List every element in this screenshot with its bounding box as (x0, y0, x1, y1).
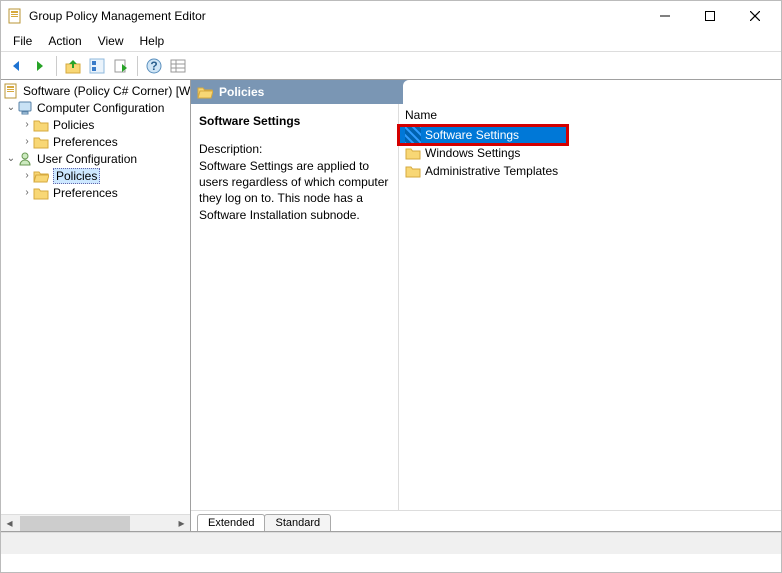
toolbar (1, 52, 781, 80)
titlebar: Group Policy Management Editor (1, 1, 781, 31)
user-icon (17, 151, 33, 167)
tree[interactable]: Software (Policy C# Corner) [WI ⌄ Comput… (1, 80, 190, 514)
menu-view[interactable]: View (90, 32, 132, 50)
tree-label: Computer Configuration (37, 101, 164, 115)
up-button[interactable] (62, 55, 84, 77)
tree-label: Policies (53, 168, 100, 184)
list-item-label: Administrative Templates (425, 164, 558, 178)
collapse-icon[interactable]: ⌄ (5, 102, 17, 113)
column-header-name[interactable]: Name (399, 104, 781, 126)
list-item[interactable]: Administrative Templates (399, 162, 781, 180)
details-button[interactable] (167, 55, 189, 77)
expand-icon[interactable]: › (21, 187, 33, 198)
menu-file[interactable]: File (5, 32, 40, 50)
scroll-right-icon[interactable]: ▸ (173, 516, 190, 531)
tree-label: Preferences (53, 135, 118, 149)
expand-icon[interactable]: › (21, 119, 33, 130)
description-pane: Software Settings Description: Software … (191, 104, 399, 510)
hatch-icon (405, 127, 421, 143)
tree-user-config[interactable]: ⌄ User Configuration (1, 150, 190, 167)
folder-open-icon (197, 84, 213, 100)
up-icon (65, 58, 81, 74)
footer (1, 554, 781, 572)
folder-icon (405, 145, 421, 161)
tree-user-preferences[interactable]: › Preferences (1, 184, 190, 201)
view-tabs: Extended Standard (191, 510, 781, 531)
content-header: Policies (191, 80, 781, 104)
menu-action[interactable]: Action (40, 32, 89, 50)
scroll-left-icon[interactable]: ◂ (1, 516, 18, 531)
toolbar-separator (137, 56, 138, 76)
menubar: File Action View Help (1, 31, 781, 52)
list-item-label: Software Settings (425, 128, 519, 142)
description-text: Software Settings are applied to users r… (199, 158, 390, 223)
folder-icon (33, 134, 49, 150)
tab-extended[interactable]: Extended (197, 514, 265, 531)
expand-icon[interactable]: › (21, 170, 33, 181)
tree-comp-preferences[interactable]: › Preferences (1, 133, 190, 150)
collapse-icon[interactable]: ⌄ (5, 153, 17, 164)
folder-icon (405, 163, 421, 179)
computer-icon (17, 100, 33, 116)
detail-heading: Software Settings (199, 114, 390, 128)
maximize-button[interactable] (687, 2, 732, 30)
export-button[interactable] (110, 55, 132, 77)
close-button[interactable] (732, 2, 777, 30)
content-pane: Policies Software Settings Description: … (191, 80, 781, 531)
tree-root[interactable]: Software (Policy C# Corner) [WI (1, 82, 190, 99)
list-item-label: Windows Settings (425, 146, 520, 160)
scroll-thumb[interactable] (20, 516, 130, 531)
content-header-title: Policies (219, 85, 264, 99)
status-bar (1, 532, 781, 554)
help-button[interactable] (143, 55, 165, 77)
list-item[interactable]: Software Settings (399, 126, 567, 144)
help-icon (146, 58, 162, 74)
show-tree-button[interactable] (86, 55, 108, 77)
policy-icon (3, 83, 19, 99)
export-icon (113, 58, 129, 74)
folder-open-icon (33, 168, 49, 184)
folder-icon (33, 185, 49, 201)
tree-root-label: Software (Policy C# Corner) [WI (23, 84, 190, 98)
tree-user-policies[interactable]: › Policies (1, 167, 190, 184)
minimize-button[interactable] (642, 2, 687, 30)
tree-label: Preferences (53, 186, 118, 200)
app-icon (7, 8, 23, 24)
description-label: Description: (199, 142, 390, 156)
forward-icon (32, 58, 48, 74)
tree-comp-policies[interactable]: › Policies (1, 116, 190, 133)
tree-computer-config[interactable]: ⌄ Computer Configuration (1, 99, 190, 116)
tree-icon (89, 58, 105, 74)
tab-standard[interactable]: Standard (264, 514, 331, 531)
expand-icon[interactable]: › (21, 136, 33, 147)
window-title: Group Policy Management Editor (29, 9, 642, 23)
main-split: Software (Policy C# Corner) [WI ⌄ Comput… (1, 80, 781, 532)
table-icon (170, 58, 186, 74)
menu-help[interactable]: Help (132, 32, 173, 50)
tree-label: Policies (53, 118, 94, 132)
folder-icon (33, 117, 49, 133)
back-button[interactable] (5, 55, 27, 77)
back-icon (8, 58, 24, 74)
tree-label: User Configuration (37, 152, 137, 166)
forward-button[interactable] (29, 55, 51, 77)
item-list[interactable]: Name Software Settings Windows Settings Ad… (399, 104, 781, 510)
toolbar-separator (56, 56, 57, 76)
list-item[interactable]: Windows Settings (399, 144, 781, 162)
tree-hscrollbar[interactable]: ◂ ▸ (1, 514, 190, 531)
tree-pane: Software (Policy C# Corner) [WI ⌄ Comput… (1, 80, 191, 531)
